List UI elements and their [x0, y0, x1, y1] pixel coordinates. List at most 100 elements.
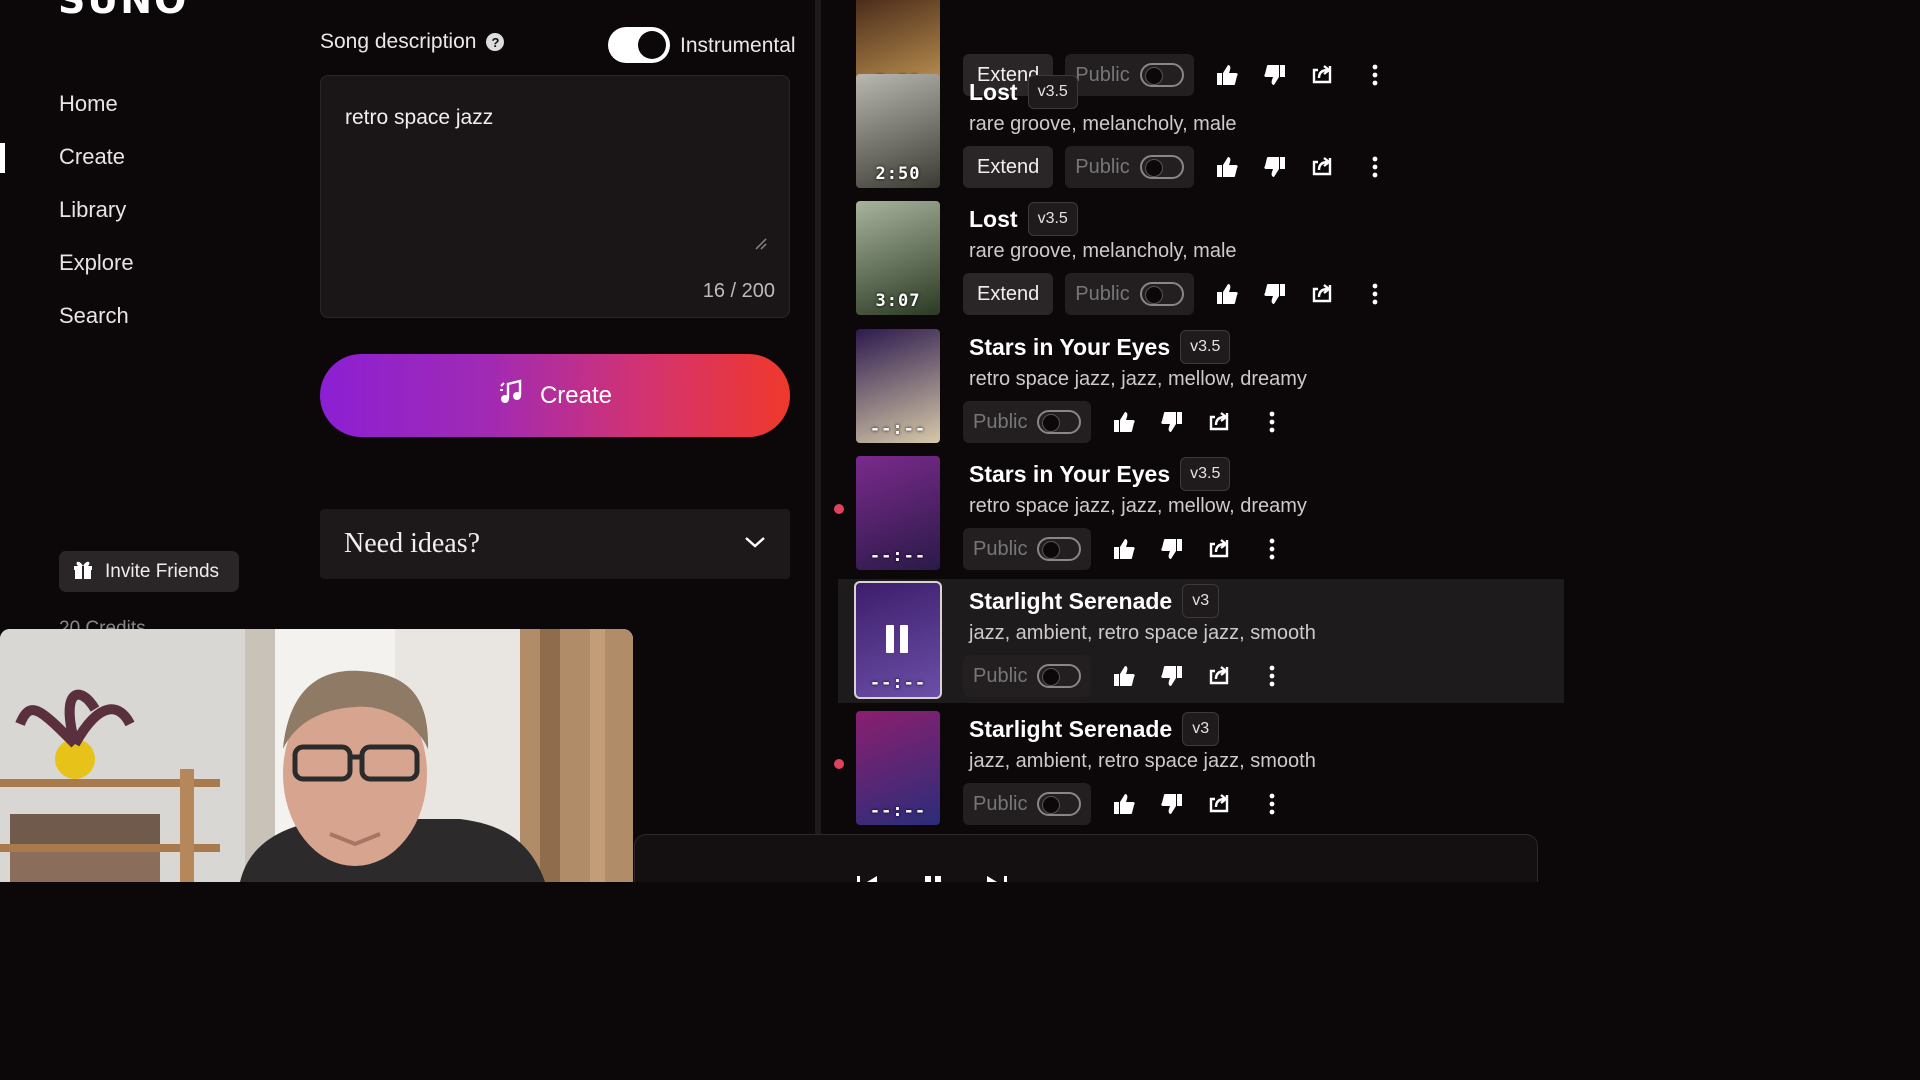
public-label: Public [973, 664, 1028, 687]
song-actions: Public [963, 401, 1307, 443]
extend-button[interactable]: Extend [963, 273, 1054, 315]
song-cover[interactable]: --:-- [856, 456, 940, 570]
unplayed-indicator [834, 759, 844, 769]
song-title-row: Starlight Serenade v3 [969, 709, 1220, 749]
pause-overlay-icon[interactable] [886, 625, 910, 653]
song-cover[interactable]: --:-- [856, 711, 940, 825]
more-vertical-icon[interactable] [1362, 154, 1388, 180]
create-button[interactable]: Create [320, 354, 790, 437]
share-icon[interactable] [1207, 536, 1233, 562]
thumbs-down-icon[interactable] [1159, 663, 1185, 689]
song-row[interactable]: 3:07 Lost v3.5 rare groove, melancholy, mal… [838, 197, 1564, 321]
thumbs-up-icon[interactable] [1214, 154, 1240, 180]
share-icon[interactable] [1310, 281, 1336, 307]
public-toggle[interactable] [1037, 664, 1082, 688]
thumbs-down-icon[interactable] [1159, 536, 1185, 562]
song-title[interactable]: Stars in Your Eyes [969, 461, 1170, 488]
share-icon[interactable] [1207, 663, 1233, 689]
extend-button[interactable]: Extend [963, 146, 1054, 188]
public-toggle[interactable] [1037, 792, 1082, 816]
song-tags[interactable]: rare groove, melancholy, male [969, 113, 1237, 136]
public-toggle-group: Public [963, 528, 1092, 570]
public-label: Public [1075, 282, 1130, 305]
thumbs-down-icon[interactable] [1159, 791, 1185, 817]
song-tags[interactable]: rare groove, melancholy, male [969, 240, 1237, 263]
thumbs-up-icon[interactable] [1111, 791, 1137, 817]
sidebar-item-create[interactable]: Create [0, 138, 260, 191]
song-title[interactable]: Starlight Serenade [969, 716, 1172, 743]
toggle-knob [638, 31, 666, 59]
thumbs-down-icon[interactable] [1262, 154, 1288, 180]
sidebar-item-explore[interactable]: Explore [0, 244, 260, 297]
more-vertical-icon[interactable] [1259, 536, 1285, 562]
invite-friends-button[interactable]: Invite Friends [59, 551, 239, 592]
song-cover[interactable]: 3:07 [856, 201, 940, 315]
song-duration: 2:50 [875, 164, 921, 184]
gift-icon [71, 557, 95, 587]
song-title[interactable]: Stars in Your Eyes [969, 334, 1170, 361]
song-row[interactable]: --:-- Starlight Serenade v3 jazz, ambient, … [834, 707, 1564, 831]
more-vertical-icon[interactable] [1259, 409, 1285, 435]
thumbs-up-icon[interactable] [1111, 663, 1137, 689]
public-toggle-group: Public [963, 401, 1092, 443]
song-title[interactable]: Lost [969, 206, 1018, 233]
song-duration: 3:07 [875, 291, 921, 311]
version-badge: v3.5 [1027, 75, 1078, 109]
song-description-input[interactable]: retro space jazz 16 / 200 [320, 75, 790, 318]
thumbs-down-icon[interactable] [1262, 281, 1288, 307]
help-icon[interactable]: ? [486, 33, 505, 51]
skip-next-icon[interactable] [985, 873, 1009, 882]
song-row[interactable]: --:-- Stars in Your Eyes v3.5 retro space j… [834, 452, 1564, 576]
instrumental-toggle[interactable] [608, 27, 670, 63]
version-badge: v3.5 [1027, 202, 1078, 236]
share-icon[interactable] [1310, 154, 1336, 180]
public-toggle[interactable] [1139, 155, 1184, 179]
share-icon[interactable] [1207, 409, 1233, 435]
thumbs-down-icon[interactable] [1159, 409, 1185, 435]
public-label: Public [973, 792, 1028, 815]
sidebar-item-home[interactable]: Home [0, 85, 260, 138]
song-row[interactable]: 2:50 Lost v3.5 rare groove, melancholy, mal… [838, 70, 1564, 194]
public-toggle[interactable] [1037, 537, 1082, 561]
suno-logo[interactable]: SUNO [58, 0, 188, 22]
public-toggle-group: Public [1065, 273, 1194, 315]
version-badge: v3.5 [1180, 457, 1231, 491]
char-counter: 16 / 200 [702, 280, 775, 302]
song-row[interactable]: --:-- Stars in Your Eyes v3.5 retro space j… [838, 325, 1564, 449]
more-vertical-icon[interactable] [1259, 791, 1285, 817]
need-ideas-dropdown[interactable]: Need ideas? [320, 509, 790, 579]
thumbs-up-icon[interactable] [1111, 536, 1137, 562]
invite-friends-label: Invite Friends [105, 560, 220, 582]
sidebar-nav: Home Create Library Explore Search [0, 85, 260, 350]
song-cover[interactable]: 2:50 [856, 74, 940, 188]
song-cover[interactable]: --:-- [854, 581, 942, 699]
suno-app: SUNO Home Create Library Explore Search … [0, 0, 1568, 882]
public-toggle-group: Public [963, 783, 1092, 825]
share-icon[interactable] [1207, 791, 1233, 817]
version-badge: v3 [1182, 712, 1220, 746]
song-tags[interactable]: retro space jazz, jazz, mellow, dreamy [969, 368, 1307, 391]
song-tags[interactable]: jazz, ambient, retro space jazz, smooth [969, 750, 1316, 773]
song-tags[interactable]: jazz, ambient, retro space jazz, smooth [969, 622, 1316, 645]
unplayed-indicator [834, 504, 844, 514]
thumbs-up-icon[interactable] [1214, 281, 1240, 307]
sidebar-item-search[interactable]: Search [0, 297, 260, 350]
song-cover[interactable]: --:-- [856, 329, 940, 443]
public-toggle[interactable] [1037, 410, 1082, 434]
more-vertical-icon[interactable] [1362, 281, 1388, 307]
more-vertical-icon[interactable] [1259, 663, 1285, 689]
resize-handle-icon[interactable] [753, 236, 767, 250]
instrumental-label: Instrumental [680, 34, 796, 57]
song-title[interactable]: Starlight Serenade [969, 588, 1172, 615]
version-badge: v3.5 [1180, 330, 1231, 364]
song-title[interactable]: Lost [969, 79, 1018, 106]
song-description-value[interactable]: retro space jazz [345, 106, 493, 130]
sidebar-item-library[interactable]: Library [0, 191, 260, 244]
public-label: Public [973, 537, 1028, 560]
skip-previous-icon[interactable] [855, 873, 879, 882]
song-tags[interactable]: retro space jazz, jazz, mellow, dreamy [969, 495, 1307, 518]
public-toggle[interactable] [1139, 282, 1184, 306]
pause-icon[interactable] [921, 873, 945, 882]
song-row[interactable]: --:-- Starlight Serenade v3 jazz, ambient, … [838, 579, 1564, 703]
thumbs-up-icon[interactable] [1111, 409, 1137, 435]
